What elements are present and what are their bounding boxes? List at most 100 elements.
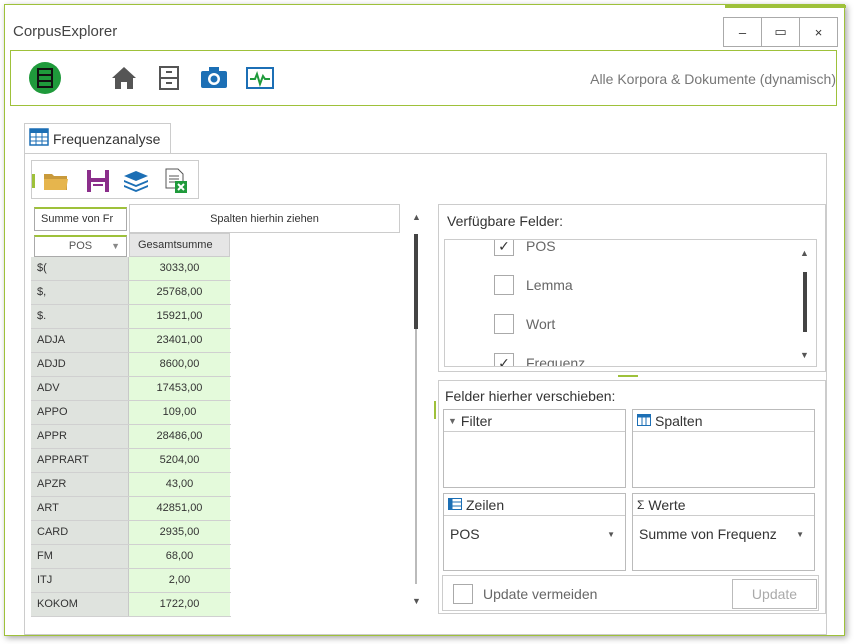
update-button[interactable]: Update <box>732 579 817 609</box>
row-label[interactable]: FM <box>31 545 129 568</box>
scroll-up-icon[interactable]: ▲ <box>800 248 809 258</box>
row-value[interactable]: 1722,00 <box>129 593 230 616</box>
home-icon[interactable] <box>107 61 141 95</box>
row-value[interactable]: 42851,00 <box>129 497 230 520</box>
column-drop-area[interactable]: Spalten hierhin ziehen <box>129 204 400 233</box>
field-item-pos[interactable]: ✓ POS <box>494 240 556 256</box>
row-value[interactable]: 109,00 <box>129 401 230 424</box>
row-label[interactable]: KOKOM <box>31 593 129 616</box>
row-value[interactable]: 23401,00 <box>129 329 230 352</box>
values-field-item[interactable]: Summe von Frequenz ▼ <box>633 516 814 542</box>
scroll-down-icon[interactable]: ▼ <box>412 596 421 606</box>
row-value[interactable]: 8600,00 <box>129 353 230 376</box>
row-label[interactable]: ADV <box>31 377 129 400</box>
maximize-button[interactable]: ▭ <box>761 17 800 47</box>
save-icon[interactable] <box>84 167 112 195</box>
panel-splitter[interactable] <box>618 375 638 377</box>
scroll-down-icon[interactable]: ▼ <box>800 350 809 360</box>
table-row: $(3033,00 <box>31 257 231 281</box>
data-field-header[interactable]: Summe von Fr <box>34 207 127 231</box>
tab-frequenzanalyse[interactable]: Frequenzanalyse <box>24 123 171 153</box>
field-checkbox[interactable] <box>494 275 514 295</box>
camera-icon[interactable] <box>197 61 231 95</box>
rows-field-item[interactable]: POS ▼ <box>444 516 625 542</box>
row-label[interactable]: APPR <box>31 425 129 448</box>
rows-area-header: Zeilen <box>444 494 625 516</box>
row-value[interactable]: 5204,00 <box>129 449 230 472</box>
field-label: Frequenz <box>526 355 586 367</box>
scroll-thumb[interactable] <box>414 234 418 329</box>
pivot-scrollbar[interactable]: ▲ ▼ <box>410 204 424 606</box>
row-value[interactable]: 3033,00 <box>129 257 230 280</box>
export-excel-icon[interactable] <box>162 167 190 195</box>
values-area-header: Σ Werte <box>633 494 814 516</box>
filter-area-header: ▼ Filter <box>444 410 625 432</box>
filter-area[interactable]: ▼ Filter <box>443 409 626 488</box>
chevron-down-icon[interactable]: ▼ <box>607 530 615 539</box>
columns-icon <box>637 413 651 429</box>
values-area[interactable]: Σ Werte Summe von Frequenz ▼ <box>632 493 815 571</box>
table-row: KOKOM 1722,00 <box>31 593 231 617</box>
field-checkbox[interactable] <box>494 314 514 334</box>
table-row: ITJ 2,00 <box>31 569 231 593</box>
minimize-button[interactable]: – <box>723 17 762 47</box>
row-label[interactable]: $. <box>31 305 129 328</box>
columns-area-header: Spalten <box>633 410 814 432</box>
update-bar: Update vermeiden Update <box>442 575 819 611</box>
field-checkbox[interactable]: ✓ <box>494 353 514 366</box>
row-label[interactable]: ART <box>31 497 129 520</box>
columns-area-label: Spalten <box>655 412 703 429</box>
chevron-down-icon[interactable]: ▼ <box>796 530 804 539</box>
scroll-up-icon[interactable]: ▲ <box>412 212 421 222</box>
row-label[interactable]: APZR <box>31 473 129 496</box>
table-row: FM 68,00 <box>31 545 231 569</box>
row-label[interactable]: ADJA <box>31 329 129 352</box>
row-value[interactable]: 43,00 <box>129 473 230 496</box>
field-item-frequenz[interactable]: ✓ Frequenz <box>494 353 586 367</box>
cabinet-icon[interactable] <box>152 61 186 95</box>
row-value[interactable]: 2,00 <box>129 569 230 592</box>
scroll-thumb[interactable] <box>803 272 807 332</box>
close-button[interactable]: × <box>799 17 838 47</box>
row-label[interactable]: CARD <box>31 521 129 544</box>
scope-label[interactable]: Alle Korpora & Dokumente (dynamisch) <box>590 71 836 87</box>
table-row: APZR 43,00 <box>31 473 231 497</box>
row-value[interactable]: 2935,00 <box>129 521 230 544</box>
analysis-panel: Spalten hierhin ziehen Summe von Fr POS … <box>24 153 827 635</box>
app-window: CorpusExplorer – ▭ × Alle Korpora & Doku… <box>4 4 846 636</box>
columns-area[interactable]: Spalten <box>632 409 815 488</box>
values-area-label: Werte <box>648 496 686 513</box>
defer-update-checkbox[interactable] <box>453 584 473 604</box>
row-label[interactable]: ITJ <box>31 569 129 592</box>
row-label[interactable]: APPO <box>31 401 129 424</box>
row-value[interactable]: 28486,00 <box>129 425 230 448</box>
row-value[interactable]: 15921,00 <box>129 305 230 328</box>
field-item-lemma[interactable]: Lemma <box>494 275 573 295</box>
row-field-header[interactable]: POS ▼ <box>34 235 127 257</box>
field-item-wort[interactable]: Wort <box>494 314 555 334</box>
monitor-icon[interactable] <box>243 61 277 95</box>
areas-title: Felder hierher verschieben: <box>445 388 616 404</box>
field-list: ✓ POS Lemma Wort ✓ Frequenz ▲ ▼ <box>444 239 817 367</box>
rows-area[interactable]: Zeilen POS ▼ <box>443 493 626 571</box>
row-label[interactable]: ADJD <box>31 353 129 376</box>
row-value[interactable]: 17453,00 <box>129 377 230 400</box>
filter-icon[interactable]: ▼ <box>111 237 120 255</box>
table-row: ADJD 8600,00 <box>31 353 231 377</box>
row-value[interactable]: 25768,00 <box>129 281 230 304</box>
field-label: Wort <box>526 316 556 332</box>
row-label[interactable]: $( <box>31 257 129 280</box>
defer-update-label[interactable]: Update vermeiden <box>483 586 597 602</box>
field-list-scrollbar[interactable]: ▲ ▼ <box>800 248 810 360</box>
row-label[interactable]: $, <box>31 281 129 304</box>
row-label[interactable]: APPRART <box>31 449 129 472</box>
layers-icon[interactable] <box>122 167 150 195</box>
rows-icon <box>448 497 462 513</box>
table-row: ADV 17453,00 <box>31 377 231 401</box>
pivot-grid: Spalten hierhin ziehen Summe von Fr POS … <box>31 204 433 617</box>
field-checkbox[interactable]: ✓ <box>494 240 514 256</box>
corpus-icon[interactable] <box>28 61 62 95</box>
row-value[interactable]: 68,00 <box>129 545 230 568</box>
open-folder-icon[interactable] <box>42 167 70 195</box>
table-icon <box>29 128 49 149</box>
